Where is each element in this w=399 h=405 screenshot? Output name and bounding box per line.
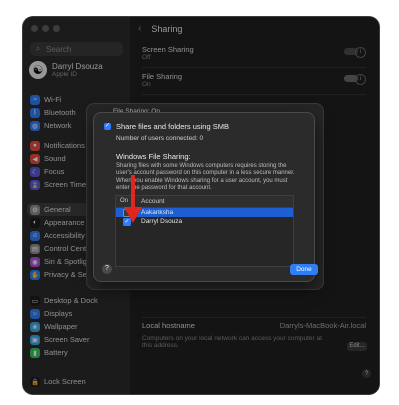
settings-window: ⌕ Search ☯ Darryl Dsouza Apple ID ≈ Wi-Fi… xyxy=(23,17,379,394)
arrow-head xyxy=(124,207,142,223)
annotation-arrow xyxy=(124,175,142,223)
